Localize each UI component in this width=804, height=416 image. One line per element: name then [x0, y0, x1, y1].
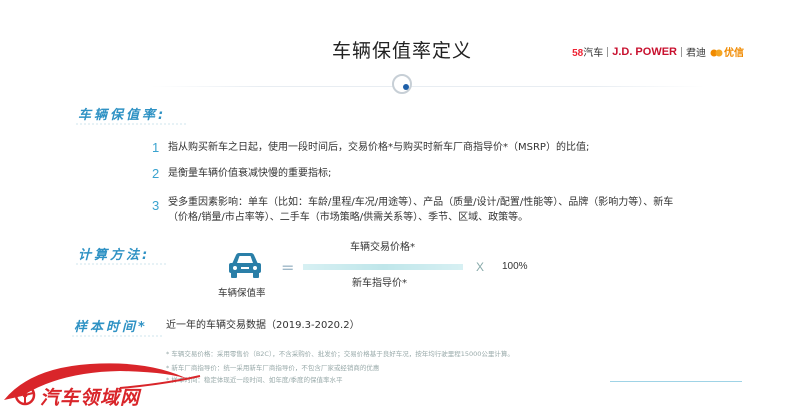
dial-icon	[391, 73, 413, 95]
formula-numerator: 车辆交易价格*	[350, 242, 415, 253]
heading-underline	[76, 123, 186, 125]
logo-youxin: 优信	[710, 44, 744, 59]
definition-heading: 车辆保值率:	[78, 108, 167, 123]
sample-text: 近一年的车辆交易数据（2019.3-2020.2）	[166, 320, 360, 331]
fraction-bar	[303, 264, 463, 270]
car-icon	[229, 253, 261, 278]
equals-sign: =	[281, 258, 295, 277]
formula-denominator: 新车指导价*	[352, 278, 407, 289]
watermark-text: 汽车领域网	[40, 387, 141, 409]
logo-separator	[607, 46, 609, 57]
formula-heading: 计算方法:	[78, 248, 151, 263]
title-divider	[150, 86, 705, 87]
formula-icon-label: 车辆保值率	[218, 288, 266, 299]
logo-58-auto: 58汽车	[572, 48, 604, 59]
heading-underline	[76, 263, 166, 265]
item-number: 2	[152, 166, 160, 181]
definition-item: 受多重因素影响：单车（比如：车龄/里程/车况/用途等）、产品（质量/设计/配置/…	[168, 197, 674, 208]
definition-item: 是衡量车辆价值衰减快慢的重要指标;	[168, 168, 332, 179]
formula-multiplier: 100%	[502, 261, 528, 272]
footnote: * 车辆交易价格：采用零售价（B2C），不含采购价、批发价；交易价格基于良好车况…	[166, 350, 514, 358]
logo-jdpower: J.D. POWER	[612, 45, 677, 58]
sample-heading: 样本时间*	[74, 320, 148, 335]
logo-junyou: 君迪	[686, 48, 706, 59]
heading-underline	[72, 335, 162, 337]
partner-logos: 58汽车 J.D. POWER 君迪 优信	[572, 44, 744, 60]
item-number: 1	[152, 140, 160, 155]
steering-wheel-icon	[14, 384, 36, 406]
footer-rule	[610, 381, 742, 382]
item-number: 3	[152, 198, 160, 213]
logo-separator	[681, 46, 682, 57]
definition-item: （价格/销量/市占率等）、二手车（市场策略/供需关系等）、季节、区域、政策等。	[168, 212, 529, 223]
definition-item: 指从购买新车之日起，使用一段时间后，交易价格*与购买时新车厂商指导价*（MSRP…	[168, 142, 590, 153]
times-sign: X	[476, 260, 485, 274]
